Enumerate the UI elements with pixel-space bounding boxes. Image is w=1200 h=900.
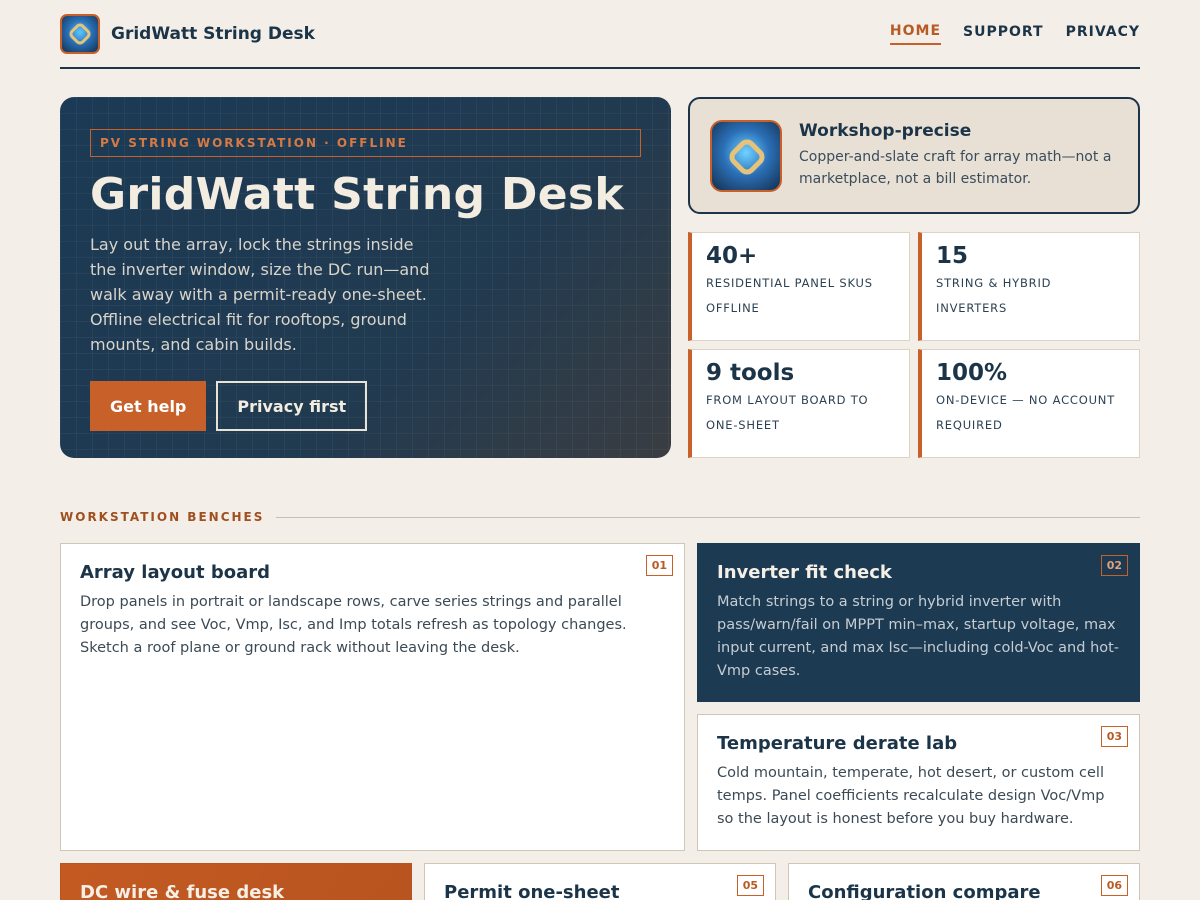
privacy-first-button[interactable]: Privacy first xyxy=(216,381,368,431)
hero-title: GridWatt String Desk xyxy=(90,169,624,220)
get-help-button[interactable]: Get help xyxy=(90,381,207,431)
bench-title: DC wire & fuse desk xyxy=(80,882,285,900)
bench-title: Temperature derate lab xyxy=(717,733,958,754)
bench-number: 03 xyxy=(1100,726,1128,747)
stat-value: 15 xyxy=(936,243,969,269)
nav-privacy[interactable]: PRIVACY xyxy=(1066,24,1140,44)
stat-card-panels: 40+ RESIDENTIAL PANEL SKUS OFFLINE xyxy=(688,232,910,341)
brand-name: GridWatt String Desk xyxy=(111,23,315,44)
bench-title: Configuration compare xyxy=(808,882,1041,900)
section-title: WORKSTATION BENCHES xyxy=(60,510,265,524)
bench-number: 06 xyxy=(1100,875,1128,896)
stat-card-tools: 9 tools FROM LAYOUT BOARD TO ONE-SHEET xyxy=(688,349,910,458)
stat-value: 9 tools xyxy=(706,360,795,386)
hero-actions: Get help Privacy first xyxy=(90,381,641,431)
bench-card-permit[interactable]: 05 Permit one-sheet xyxy=(424,863,776,900)
gridwatt-logo-icon xyxy=(60,13,100,54)
site-header: GridWatt String Desk HOME SUPPORT PRIVAC… xyxy=(60,0,1140,69)
bench-number: 05 xyxy=(736,875,764,896)
nav-home[interactable]: HOME xyxy=(889,23,942,45)
section-heading: WORKSTATION BENCHES xyxy=(60,510,1140,524)
precise-title: Workshop-precise xyxy=(799,121,972,141)
bench-number: 01 xyxy=(645,555,673,576)
bench-card-temperature-derate[interactable]: 03 Temperature derate lab Cold mountain,… xyxy=(697,714,1140,851)
bench-card-config-compare[interactable]: 06 Configuration compare xyxy=(788,863,1140,900)
stat-label: STRING & HYBRID INVERTERS xyxy=(936,276,1052,315)
brand[interactable]: GridWatt String Desk xyxy=(60,13,315,54)
gridwatt-logo-icon xyxy=(710,119,782,192)
hero-description: Lay out the array, lock the strings insi… xyxy=(90,235,430,354)
stat-label: ON-DEVICE — NO ACCOUNT REQUIRED xyxy=(936,393,1116,432)
stat-value: 100% xyxy=(936,360,1008,386)
bench-number: 02 xyxy=(1100,555,1128,576)
stat-value: 40+ xyxy=(706,243,758,269)
hero-badge: PV STRING WORKSTATION · OFFLINE xyxy=(90,129,641,157)
stat-card-on-device: 100% ON-DEVICE — NO ACCOUNT REQUIRED xyxy=(918,349,1140,458)
precise-text: Copper-and-slate craft for array math—no… xyxy=(799,149,1112,187)
nav-support[interactable]: SUPPORT xyxy=(963,24,1044,44)
bench-title: Inverter fit check xyxy=(717,562,892,583)
section-divider xyxy=(276,516,1140,518)
stat-label: RESIDENTIAL PANEL SKUS OFFLINE xyxy=(706,276,873,315)
bench-card-inverter-fit[interactable]: 02 Inverter fit check Match strings to a… xyxy=(697,543,1140,702)
stat-card-inverters: 15 STRING & HYBRID INVERTERS xyxy=(918,232,1140,341)
workshop-precise-card: Workshop-precise Copper-and-slate craft … xyxy=(688,97,1140,214)
bench-description: Cold mountain, temperate, hot desert, or… xyxy=(717,765,1105,827)
main-nav: HOME SUPPORT PRIVACY xyxy=(889,23,1140,45)
bench-title: Array layout board xyxy=(80,562,270,583)
bench-title: Permit one-sheet xyxy=(444,882,620,900)
bench-description: Match strings to a string or hybrid inve… xyxy=(717,594,1120,679)
bench-card-dc-wire[interactable]: DC wire & fuse desk xyxy=(60,863,412,900)
precise-content: Workshop-precise Copper-and-slate craft … xyxy=(799,121,1118,190)
bench-description: Drop panels in portrait or landscape row… xyxy=(80,594,627,656)
stat-label: FROM LAYOUT BOARD TO ONE-SHEET xyxy=(706,393,869,432)
hero-panel: PV STRING WORKSTATION · OFFLINE GridWatt… xyxy=(60,97,671,458)
bench-card-array-layout[interactable]: 01 Array layout board Drop panels in por… xyxy=(60,543,685,851)
